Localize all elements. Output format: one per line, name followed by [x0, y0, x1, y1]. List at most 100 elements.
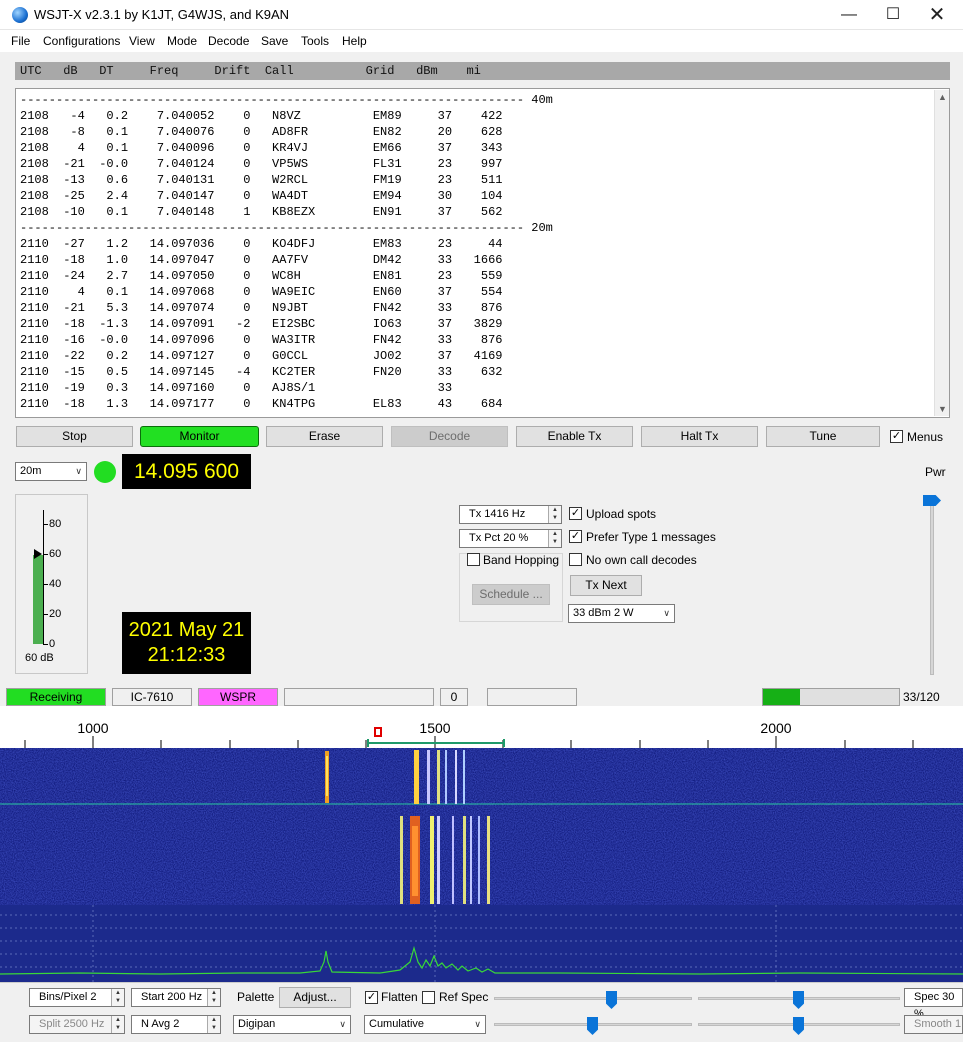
- stop-button[interactable]: Stop: [16, 426, 133, 447]
- upload-spots-label: Upload spots: [586, 507, 657, 521]
- menu-save[interactable]: Save: [261, 34, 288, 48]
- maximize-icon[interactable]: ☐: [870, 0, 916, 30]
- pwr-slider-thumb[interactable]: [923, 495, 941, 506]
- tx-progress-bar: [762, 688, 900, 706]
- monitor-button[interactable]: Monitor: [140, 426, 259, 447]
- bins-pixel-spinbox[interactable]: Bins/Pixel 2 ▲ ▼: [29, 988, 125, 1007]
- decode-row[interactable]: 2110 -22 0.2 14.097127 0 G0CCL JO02 37 4…: [20, 348, 502, 364]
- chevron-down-icon: ∨: [474, 1019, 481, 1029]
- erase-button[interactable]: Erase: [266, 426, 383, 447]
- decode-row[interactable]: 2110 -18 -1.3 14.097091 -2 EI2SBC IO63 3…: [20, 316, 502, 332]
- scale-label-1500: 1500: [419, 720, 450, 736]
- prefer-type1-checkbox[interactable]: ✓: [569, 530, 582, 543]
- decode-row[interactable]: 2110 4 0.1 14.097068 0 WA9EIC EN60 37 55…: [20, 284, 502, 300]
- decode-row[interactable]: 2110 -18 1.3 14.097177 0 KN4TPG EL83 43 …: [20, 396, 502, 412]
- navg-value: N Avg 2: [141, 1018, 180, 1030]
- status-field: [487, 688, 577, 706]
- band-value: 20m: [20, 465, 42, 477]
- halt-tx-button[interactable]: Halt Tx: [641, 426, 758, 447]
- split-value: Split 2500 Hz: [39, 1018, 105, 1030]
- meter-tick-80: 80: [49, 518, 62, 530]
- pwr-slider-track[interactable]: [930, 495, 934, 675]
- smooth-value: Smooth 1: [914, 1018, 962, 1030]
- scroll-up-icon[interactable]: ▲: [935, 90, 950, 104]
- decode-row[interactable]: 2110 -18 1.0 14.097047 0 AA7FV DM42 33 1…: [20, 252, 502, 268]
- decode-row[interactable]: 2108 -13 0.6 7.040131 0 W2RCL FM19 23 51…: [20, 172, 502, 188]
- decode-row[interactable]: 2108 -8 0.1 7.040076 0 AD8FR EN82 20 628: [20, 124, 502, 140]
- chevron-down-icon: ∨: [75, 466, 82, 476]
- tx-frequency-spinbox[interactable]: Tx 1416 Hz ▲ ▼: [459, 505, 562, 524]
- status-mode: WSPR: [198, 688, 278, 706]
- flatten-checkbox[interactable]: ✓: [365, 991, 378, 1004]
- gain-slider-track[interactable]: [494, 997, 692, 1000]
- meter-tick-40: 40: [49, 578, 62, 590]
- palette-combo[interactable]: Digipan ∨: [233, 1015, 351, 1034]
- spinner-icon[interactable]: ▲ ▼: [207, 1016, 220, 1033]
- menu-decode[interactable]: Decode: [208, 34, 249, 48]
- palette-value: Digipan: [238, 1018, 276, 1030]
- meter-tick-20: 20: [49, 608, 62, 620]
- spec-percent-spinbox[interactable]: Spec 30 %: [904, 988, 963, 1020]
- menu-tools[interactable]: Tools: [301, 34, 329, 48]
- spinner-icon[interactable]: ▲ ▼: [548, 530, 561, 547]
- minimize-icon[interactable]: —: [826, 0, 872, 30]
- wsjtx-logo-icon: [12, 7, 28, 23]
- smooth-spinbox[interactable]: Smooth 1: [904, 1015, 963, 1034]
- menu-mode[interactable]: Mode: [167, 34, 197, 48]
- schedule-button[interactable]: Schedule ...: [472, 584, 550, 605]
- menu-file[interactable]: File: [11, 34, 30, 48]
- decode-row[interactable]: 2108 -21 -0.0 7.040124 0 VP5WS FL31 23 9…: [20, 156, 502, 172]
- tx-next-button[interactable]: Tx Next: [570, 575, 642, 596]
- power-combo[interactable]: 33 dBm 2 W ∨: [568, 604, 675, 623]
- decode-row[interactable]: 2110 -19 0.3 14.097160 0 AJ8S/1 33: [20, 380, 452, 396]
- tx-pct-spinbox[interactable]: Tx Pct 20 % ▲ ▼: [459, 529, 562, 548]
- decode-scrollbar[interactable]: ▲ ▼: [934, 90, 949, 416]
- upload-spots-checkbox[interactable]: ✓: [569, 507, 582, 520]
- band-combo[interactable]: 20m ∨: [15, 462, 87, 481]
- decode-row[interactable]: 2108 -4 0.2 7.040052 0 N8VZ EM89 37 422: [20, 108, 502, 124]
- chevron-down-icon: ∨: [339, 1019, 346, 1029]
- menus-checkbox[interactable]: ✓: [890, 430, 903, 443]
- status-led-icon: [94, 461, 116, 483]
- band-separator[interactable]: ----------------------------------------…: [20, 220, 553, 236]
- tx-pct-value: Tx Pct 20 %: [469, 532, 529, 544]
- navg-spinbox[interactable]: N Avg 2 ▲ ▼: [131, 1015, 221, 1034]
- decode-row[interactable]: 2110 -15 0.5 14.097145 -4 KC2TER FN20 33…: [20, 364, 502, 380]
- spinner-icon[interactable]: ▲ ▼: [207, 989, 220, 1006]
- waterfall-display[interactable]: 1000 1500 2000: [0, 716, 963, 982]
- decode-row[interactable]: 2108 -10 0.1 7.040148 1 KB8EZX EN91 37 5…: [20, 204, 502, 220]
- ref-spec-checkbox[interactable]: [422, 991, 435, 1004]
- split-spinbox[interactable]: Split 2500 Hz ▲ ▼: [29, 1015, 125, 1034]
- decode-row[interactable]: 2110 -21 5.3 14.097074 0 N9JBT FN42 33 8…: [20, 300, 502, 316]
- spinner-icon[interactable]: ▲ ▼: [111, 1016, 124, 1033]
- enable-tx-button[interactable]: Enable Tx: [516, 426, 633, 447]
- spinner-icon[interactable]: ▲ ▼: [548, 506, 561, 523]
- tune-button[interactable]: Tune: [766, 426, 880, 447]
- window-title: WSJT-X v2.3.1 by K1JT, G4WJS, and K9AN: [34, 7, 290, 22]
- adjust-button[interactable]: Adjust...: [279, 987, 351, 1008]
- cumulative-combo[interactable]: Cumulative ∨: [364, 1015, 486, 1034]
- menu-view[interactable]: View: [129, 34, 155, 48]
- no-own-call-checkbox[interactable]: [569, 553, 582, 566]
- decode-row[interactable]: 2108 4 0.1 7.040096 0 KR4VJ EM66 37 343: [20, 140, 502, 156]
- chevron-down-icon: ∨: [663, 608, 670, 618]
- close-icon[interactable]: ✕: [914, 0, 960, 30]
- meter-peak-icon: [34, 549, 42, 559]
- scroll-down-icon[interactable]: ▼: [935, 402, 950, 416]
- decode-row[interactable]: 2110 -16 -0.0 14.097096 0 WA3ITR FN42 33…: [20, 332, 502, 348]
- menu-configurations[interactable]: Configurations: [43, 34, 120, 48]
- start-frequency-spinbox[interactable]: Start 200 Hz ▲ ▼: [131, 988, 221, 1007]
- no-own-call-label: No own call decodes: [586, 553, 697, 567]
- palette-label: Palette: [237, 990, 275, 1004]
- band-separator[interactable]: ----------------------------------------…: [20, 92, 553, 108]
- cumulative-value: Cumulative: [369, 1018, 425, 1030]
- decode-row[interactable]: 2110 -24 2.7 14.097050 0 WC8H EN81 23 55…: [20, 268, 502, 284]
- decode-button[interactable]: Decode: [391, 426, 508, 447]
- spinner-icon[interactable]: ▲ ▼: [111, 989, 124, 1006]
- menu-help[interactable]: Help: [342, 34, 367, 48]
- flatten-label: Flatten: [381, 990, 418, 1004]
- band-hopping-label: Band Hopping: [483, 553, 560, 567]
- decode-row[interactable]: 2108 -25 2.4 7.040147 0 WA4DT EM94 30 10…: [20, 188, 502, 204]
- decode-row[interactable]: 2110 -27 1.2 14.097036 0 KO4DFJ EM83 23 …: [20, 236, 502, 252]
- band-hopping-checkbox[interactable]: [467, 553, 480, 566]
